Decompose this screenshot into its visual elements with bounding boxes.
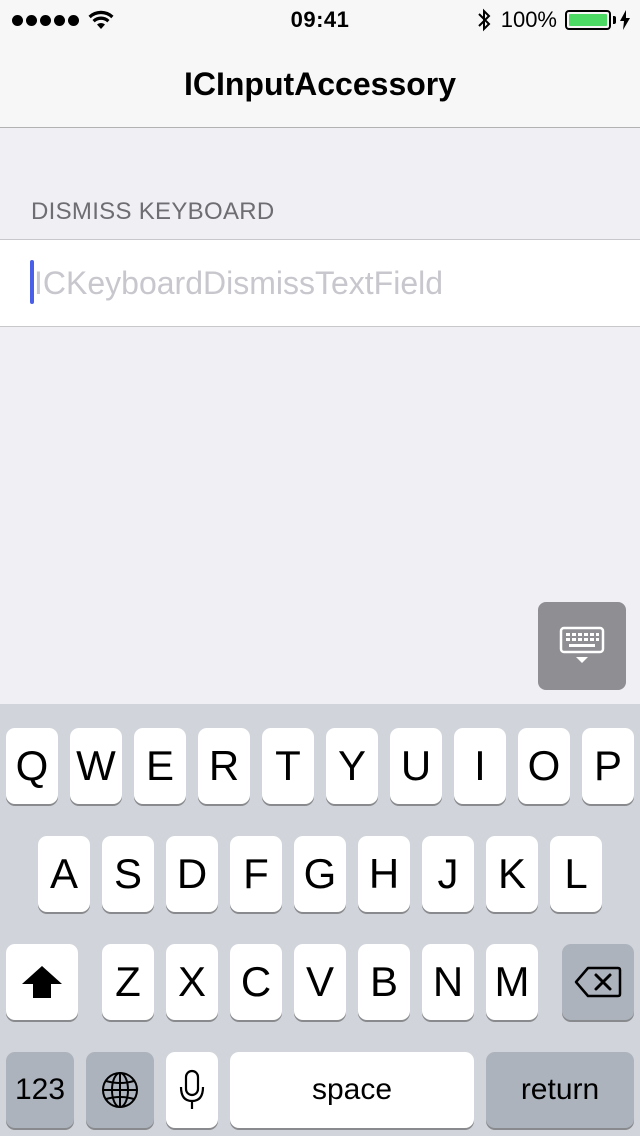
shift-icon [22,966,62,998]
key-y[interactable]: Y [326,728,378,804]
key-q[interactable]: Q [6,728,58,804]
battery-cap [613,16,616,24]
key-g[interactable]: G [294,836,346,912]
key-x[interactable]: X [166,944,218,1020]
return-key[interactable]: return [486,1052,634,1128]
globe-icon [102,1072,138,1108]
page-title: ICInputAccessory [183,66,457,102]
bluetooth-icon [478,8,491,32]
key-i[interactable]: I [454,728,506,804]
battery-fill [569,14,607,26]
delete-icon [574,966,622,998]
microphone-key[interactable] [166,1052,218,1128]
key-d[interactable]: D [166,836,218,912]
status-right: 100% [477,7,630,33]
key-w[interactable]: W [70,728,122,804]
key-b[interactable]: B [358,944,410,1020]
globe-key[interactable] [86,1052,154,1128]
key-m[interactable]: M [486,944,538,1020]
space-key[interactable]: space [230,1052,474,1128]
key-f[interactable]: F [230,836,282,912]
key-v[interactable]: V [294,944,346,1020]
navigation-bar: ICInputAccessory [0,40,640,128]
numbers-key[interactable]: 123 [6,1052,74,1128]
key-s[interactable]: S [102,836,154,912]
battery-percent: 100% [500,7,557,32]
key-j[interactable]: J [422,836,474,912]
key-l[interactable]: L [550,836,602,912]
key-p[interactable]: P [582,728,634,804]
section-header: DISMISS KEYBOARD [31,198,275,225]
microphone-icon [179,1069,205,1109]
text-field-cell[interactable] [0,239,640,327]
keyboard: Q W E R T Y U I O P A S D F G H J K L Z … [0,704,640,1136]
key-k[interactable]: K [486,836,538,912]
battery-icon [565,10,611,30]
charging-bolt-icon [620,10,630,30]
key-u[interactable]: U [390,728,442,804]
shift-key[interactable] [6,944,78,1020]
key-z[interactable]: Z [102,944,154,1020]
text-cursor [30,260,34,304]
status-bar: 09:41 100% [0,0,640,40]
key-a[interactable]: A [38,836,90,912]
dismiss-text-field[interactable] [30,258,620,308]
key-e[interactable]: E [134,728,186,804]
keyboard-dismiss-icon [559,626,605,663]
delete-key[interactable] [562,944,634,1020]
dismiss-keyboard-button[interactable] [538,602,626,690]
key-c[interactable]: C [230,944,282,1020]
key-t[interactable]: T [262,728,314,804]
key-n[interactable]: N [422,944,474,1020]
key-o[interactable]: O [518,728,570,804]
key-h[interactable]: H [358,836,410,912]
key-r[interactable]: R [198,728,250,804]
